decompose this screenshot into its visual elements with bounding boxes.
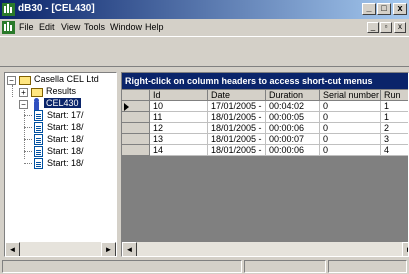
- document-icon[interactable]: [2, 21, 15, 34]
- column-header-date[interactable]: Date: [208, 90, 266, 101]
- cell-id[interactable]: 10: [150, 101, 208, 112]
- cell-id[interactable]: 14: [150, 145, 208, 156]
- close-button[interactable]: x: [393, 3, 407, 15]
- status-bar: [0, 259, 409, 274]
- tree-node-device[interactable]: − CEL430: [5, 98, 116, 110]
- cell-date[interactable]: 18/01/2005 -: [208, 123, 266, 134]
- menu-bar: File Edit View Tools Window Help _ ▫ x: [0, 19, 409, 36]
- tree-horizontal-scrollbar[interactable]: ◄ ►: [5, 242, 116, 256]
- row-indicator[interactable]: [122, 134, 150, 145]
- results-file-icon: [34, 122, 43, 133]
- scroll-left-button[interactable]: ◄: [5, 242, 20, 256]
- minimize-button[interactable]: _: [362, 3, 376, 15]
- scroll-right-button[interactable]: ►: [402, 242, 408, 256]
- cell-serial-number[interactable]: 0: [320, 145, 381, 156]
- cell-id[interactable]: 13: [150, 134, 208, 145]
- collapse-icon[interactable]: −: [7, 76, 16, 85]
- tree-item-label: Start: 18/: [47, 122, 84, 132]
- cell-run[interactable]: 1: [381, 101, 408, 112]
- column-header-run[interactable]: Run: [381, 90, 408, 101]
- cell-duration[interactable]: 00:04:02: [266, 101, 320, 112]
- device-icon: [34, 98, 39, 110]
- results-file-icon: [34, 110, 43, 121]
- toolbar-area: [0, 36, 409, 67]
- row-indicator[interactable]: [122, 123, 150, 134]
- current-row-arrow-icon: [124, 103, 129, 111]
- cell-date[interactable]: 18/01/2005 -: [208, 145, 266, 156]
- results-grid-pane: Right-click on column headers to access …: [121, 72, 409, 257]
- folder-icon: [19, 76, 31, 85]
- tree-item[interactable]: Start: 18/: [5, 134, 116, 146]
- row-indicator[interactable]: [122, 145, 150, 156]
- header-corner: [122, 90, 150, 101]
- menu-tools[interactable]: Tools: [84, 22, 105, 32]
- scroll-left-button[interactable]: ◄: [122, 242, 137, 256]
- cell-run[interactable]: 1: [381, 112, 408, 123]
- menu-help[interactable]: Help: [145, 22, 164, 32]
- cell-run[interactable]: 3: [381, 134, 408, 145]
- cell-date[interactable]: 18/01/2005 -: [208, 134, 266, 145]
- tree-item-label: Start: 18/: [47, 134, 84, 144]
- grid-caption: Right-click on column headers to access …: [122, 73, 408, 89]
- row-indicator[interactable]: [122, 112, 150, 123]
- cell-serial-number[interactable]: 0: [320, 123, 381, 134]
- cell-run[interactable]: 4: [381, 145, 408, 156]
- tree-node-results[interactable]: + Results: [5, 86, 116, 98]
- title-bar: dB30 - [CEL430] _ □ x: [0, 0, 409, 19]
- tree-node-root[interactable]: − Casella CEL Ltd: [5, 74, 116, 86]
- status-panel-3: [328, 260, 407, 273]
- menu-view[interactable]: View: [61, 22, 80, 32]
- tree-item[interactable]: Start: 18/: [5, 122, 116, 134]
- window-title: dB30 - [CEL430]: [18, 3, 95, 14]
- expand-icon[interactable]: +: [19, 88, 28, 97]
- tree-item[interactable]: Start: 17/: [5, 110, 116, 122]
- maximize-button[interactable]: □: [377, 3, 391, 15]
- cell-date[interactable]: 18/01/2005 -: [208, 112, 266, 123]
- cell-serial-number[interactable]: 0: [320, 112, 381, 123]
- tree-item-label: Start: 18/: [47, 146, 84, 156]
- grid-horizontal-scrollbar[interactable]: ◄ ►: [122, 242, 408, 256]
- collapse-icon[interactable]: −: [19, 100, 28, 109]
- menu-window[interactable]: Window: [110, 22, 142, 32]
- tree-device-label: CEL430: [44, 98, 81, 108]
- row-indicator[interactable]: [122, 101, 150, 112]
- cell-id[interactable]: 11: [150, 112, 208, 123]
- tree-results-label: Results: [46, 86, 77, 96]
- cell-serial-number[interactable]: 0: [320, 134, 381, 145]
- results-file-icon: [34, 146, 43, 157]
- results-file-icon: [34, 158, 43, 169]
- cell-duration[interactable]: 00:00:07: [266, 134, 320, 145]
- column-header-duration[interactable]: Duration: [266, 90, 320, 101]
- mdi-minimize-button[interactable]: _: [367, 22, 379, 33]
- folder-icon: [31, 88, 43, 97]
- cell-date[interactable]: 17/01/2005 -: [208, 101, 266, 112]
- scroll-right-button[interactable]: ►: [101, 242, 116, 256]
- cell-duration[interactable]: 00:00:06: [266, 145, 320, 156]
- tree-item-label: Start: 18/: [47, 158, 84, 168]
- results-file-icon: [34, 134, 43, 145]
- tree-root-label: Casella CEL Ltd: [34, 74, 99, 84]
- status-panel-2: [244, 260, 326, 273]
- mdi-restore-button[interactable]: ▫: [380, 22, 392, 33]
- cell-run[interactable]: 2: [381, 123, 408, 134]
- mdi-close-button[interactable]: x: [394, 22, 406, 33]
- column-header-id[interactable]: Id: [150, 90, 208, 101]
- tree-item[interactable]: Start: 18/: [5, 158, 116, 170]
- menu-edit[interactable]: Edit: [39, 22, 55, 32]
- column-header-serial-number[interactable]: Serial number: [320, 90, 381, 101]
- cell-serial-number[interactable]: 0: [320, 101, 381, 112]
- app-icon: [2, 3, 15, 16]
- cell-duration[interactable]: 00:00:06: [266, 123, 320, 134]
- tree-view: − Casella CEL Ltd + Results − CEL430 Sta…: [5, 73, 116, 242]
- tree-pane: − Casella CEL Ltd + Results − CEL430 Sta…: [4, 72, 117, 257]
- status-panel-main: [2, 260, 242, 273]
- menu-file[interactable]: File: [19, 22, 34, 32]
- tree-item-label: Start: 17/: [47, 110, 84, 120]
- cell-id[interactable]: 12: [150, 123, 208, 134]
- tree-item[interactable]: Start: 18/: [5, 146, 116, 158]
- cell-duration[interactable]: 00:00:05: [266, 112, 320, 123]
